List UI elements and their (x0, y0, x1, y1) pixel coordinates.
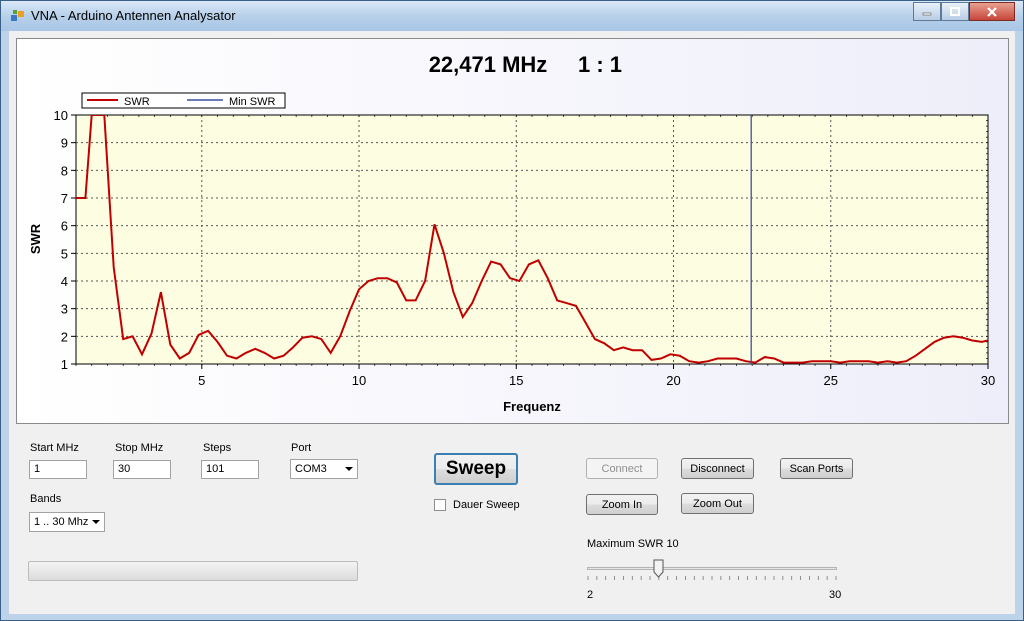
steps-label: Steps (203, 442, 232, 454)
x-tick-label: 25 (824, 373, 838, 388)
port-select-value: COM3 (295, 463, 327, 475)
sweep-button[interactable]: Sweep (434, 453, 518, 485)
swr-chart-panel: 22,471 MHz 1 : 1 SWR Min SWR 1 2 3 4 5 6 7 8 9 10… (16, 38, 1009, 424)
y-tick-label: 7 (61, 191, 68, 206)
max-swr-slider-track[interactable] (587, 567, 837, 570)
max-swr-slider-thumb[interactable] (653, 559, 664, 578)
minimize-button[interactable] (913, 2, 941, 21)
x-axis-label: Frequenz (503, 399, 561, 414)
dauer-sweep-checkbox[interactable] (434, 499, 446, 511)
sweep-progress-bar (28, 561, 358, 581)
y-tick-label: 6 (61, 219, 68, 234)
y-tick-label: 10 (54, 108, 68, 123)
start-mhz-label: Start MHz (30, 442, 79, 454)
y-tick-label: 3 (61, 302, 68, 317)
bands-select[interactable]: 1 .. 30 Mhz (29, 512, 105, 532)
bands-select-value: 1 .. 30 Mhz (34, 516, 89, 528)
stop-mhz-label: Stop MHz (115, 442, 164, 454)
y-tick-label: 4 (61, 274, 68, 289)
connect-button[interactable]: Connect (586, 458, 658, 479)
start-mhz-input[interactable]: 1 (29, 460, 87, 479)
x-tick-label: 15 (509, 373, 523, 388)
chevron-down-icon (92, 520, 100, 524)
ratio-readout: 1 : 1 (578, 52, 622, 77)
slider-min-label: 2 (587, 589, 594, 601)
client-area: 22,471 MHz 1 : 1 SWR Min SWR 1 2 3 4 5 6 7 8 9 10… (9, 31, 1015, 614)
y-axis-label: SWR (28, 223, 43, 254)
y-tick-label: 8 (61, 163, 68, 178)
x-tick-label: 30 (981, 373, 995, 388)
steps-input[interactable]: 101 (201, 460, 259, 479)
legend-min-swr-label: Min SWR (229, 96, 276, 108)
bands-label: Bands (30, 493, 62, 505)
chart-legend: SWR Min SWR (81, 92, 286, 109)
y-tick-label: 5 (61, 246, 68, 261)
chevron-down-icon (345, 467, 353, 471)
close-icon (987, 6, 997, 17)
maximize-icon (950, 7, 960, 16)
minimize-icon (922, 12, 932, 15)
plot-area (75, 114, 989, 365)
dauer-sweep-label: Dauer Sweep (453, 499, 520, 511)
port-select[interactable]: COM3 (290, 459, 358, 479)
stop-mhz-input[interactable]: 30 (113, 460, 171, 479)
scan-ports-button[interactable]: Scan Ports (780, 458, 853, 479)
y-tick-label: 9 (61, 136, 68, 151)
legend-swr-label: SWR (124, 96, 150, 108)
app-window: VNA - Arduino Antennen Analysator 22,471… (0, 0, 1024, 621)
frequency-readout: 22,471 MHz (429, 52, 548, 77)
title-bar[interactable]: VNA - Arduino Antennen Analysator (1, 1, 1023, 31)
x-tick-label: 10 (352, 373, 366, 388)
x-tick-label: 5 (198, 373, 205, 388)
close-button[interactable] (969, 2, 1015, 21)
max-swr-label: Maximum SWR 10 (587, 538, 679, 550)
window-controls (913, 2, 1015, 22)
window-title: VNA - Arduino Antennen Analysator (31, 8, 236, 23)
slider-ticks (587, 576, 837, 580)
maximize-button[interactable] (941, 2, 969, 21)
disconnect-button[interactable]: Disconnect (681, 458, 754, 479)
y-tick-label: 1 (61, 357, 68, 372)
x-tick-label: 20 (666, 373, 680, 388)
slider-max-label: 30 (829, 589, 842, 601)
port-label: Port (291, 442, 312, 454)
zoom-in-button[interactable]: Zoom In (586, 494, 658, 515)
zoom-out-button[interactable]: Zoom Out (681, 493, 754, 514)
swr-chart: 22,471 MHz 1 : 1 SWR Min SWR 1 2 3 4 5 6 7 8 9 10… (28, 52, 995, 414)
y-tick-label: 2 (61, 329, 68, 344)
app-icon (11, 10, 24, 21)
